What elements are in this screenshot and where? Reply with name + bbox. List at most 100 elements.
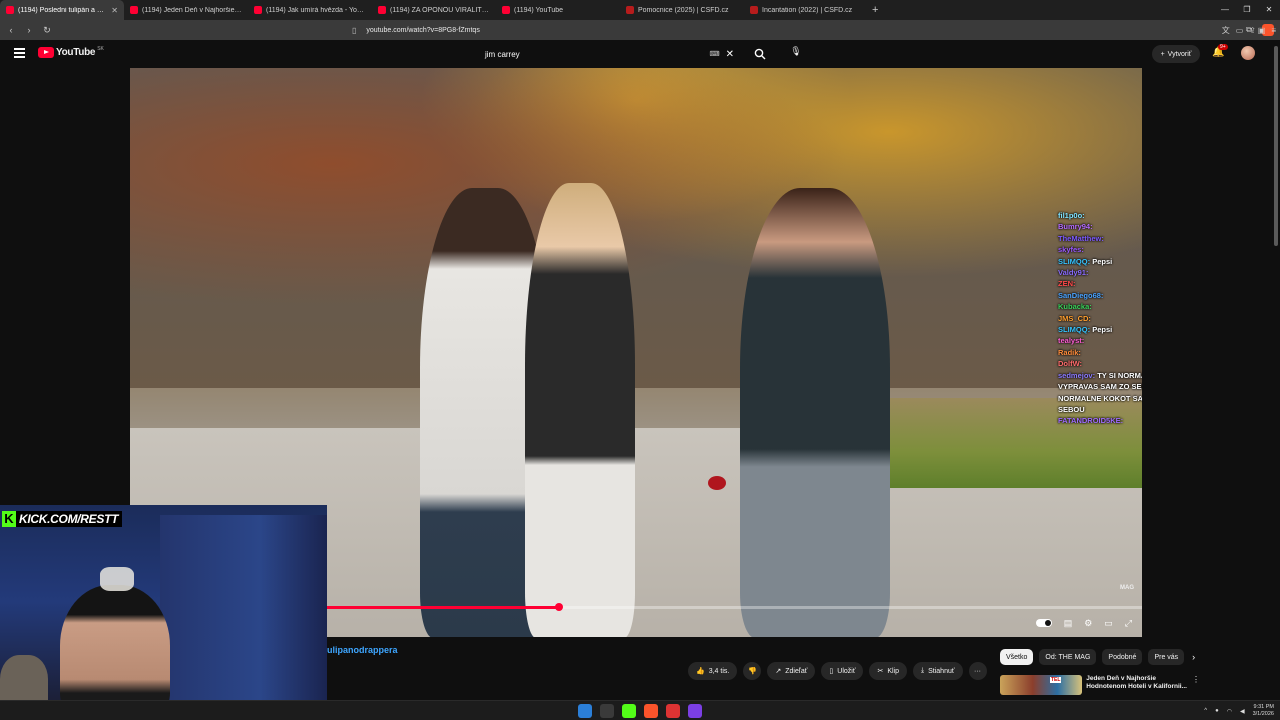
app-icon[interactable] xyxy=(666,704,680,718)
progress-fill xyxy=(327,606,560,609)
chat-username: JMS_CD: xyxy=(1058,313,1091,323)
video-person xyxy=(740,188,890,637)
video-person xyxy=(525,183,635,637)
new-tab-button[interactable]: + xyxy=(872,4,878,16)
chip-all[interactable]: Všetko xyxy=(1000,649,1034,665)
chat-message: ZEN: xyxy=(1058,278,1142,289)
wallet-icon[interactable]: ▣ xyxy=(1258,26,1266,35)
video-rose xyxy=(708,476,726,490)
tray-chevron-icon[interactable]: ^ xyxy=(1204,708,1207,714)
translate-icon[interactable]: 文 xyxy=(1222,25,1230,36)
clip-button[interactable]: ✂ Klip xyxy=(869,662,908,680)
reload-icon[interactable]: ↻ xyxy=(40,25,54,36)
chat-username: fil1p0o: xyxy=(1058,211,1085,220)
scrollbar-thumb[interactable] xyxy=(1274,46,1278,246)
youtube-favicon-icon xyxy=(130,6,138,14)
avatar[interactable] xyxy=(1241,46,1255,60)
recommended-video[interactable]: TEL Jeden Deň v Najhoršie Hodnotenom Hot… xyxy=(1000,675,1200,695)
chat-message: Bumry94: xyxy=(1058,221,1142,232)
back-icon[interactable]: ‹ xyxy=(4,25,18,35)
chat-username: DolfW: xyxy=(1058,359,1083,369)
chat-message: DolfW: xyxy=(1058,358,1142,369)
browser-tab[interactable]: (1194) YouTube xyxy=(496,0,620,20)
dislike-button[interactable]: 👎 xyxy=(743,662,762,680)
window-controls: — ❐ ✕ xyxy=(1214,0,1280,20)
page-scrollbar[interactable] xyxy=(1272,40,1280,700)
chat-username: SanDiego68: xyxy=(1058,290,1104,300)
notifications-bell-icon[interactable]: 🔔 9+ xyxy=(1212,44,1228,58)
video-controls-right: ▤ ⚙ ▭ ⤢ xyxy=(1035,615,1142,631)
twitch-icon[interactable] xyxy=(688,704,702,718)
chip-for-you[interactable]: Pre vás xyxy=(1148,649,1185,665)
forward-icon[interactable]: › xyxy=(22,25,36,35)
microphone-icon[interactable]: 🎙 xyxy=(788,46,804,62)
close-window-icon[interactable]: ✕ xyxy=(1258,0,1280,20)
chat-message: Radik: xyxy=(1058,347,1142,358)
thumbs-down-icon: 👎 xyxy=(747,668,757,675)
chat-username: Kubacka: xyxy=(1058,302,1092,312)
save-button[interactable]: ▯ Uložiť xyxy=(821,662,864,680)
youtube-logo[interactable]: YouTube SK xyxy=(38,46,104,58)
share-button[interactable]: ↗ Zdieľať xyxy=(767,662,816,680)
minimize-icon[interactable]: — xyxy=(1214,0,1236,20)
more-vertical-icon[interactable]: ⋮ xyxy=(1192,675,1200,695)
miniplayer-icon[interactable]: ▭ xyxy=(1104,618,1113,629)
close-tab-icon[interactable]: ✕ xyxy=(111,6,118,15)
chat-username: Valdy91: xyxy=(1058,268,1089,278)
kick-app-icon[interactable] xyxy=(622,704,636,718)
chat-message: JMS_CD: xyxy=(1058,313,1142,324)
share-arrow-icon: ↗ xyxy=(775,668,782,675)
youtube-favicon-icon xyxy=(502,6,510,14)
fullscreen-icon[interactable]: ⤢ xyxy=(1125,618,1132,629)
like-button[interactable]: 👍 3,4 tis. xyxy=(688,662,738,680)
bookmark-save-icon: ▯ xyxy=(829,668,834,675)
video-progress-bar[interactable] xyxy=(327,603,1142,611)
search-icon[interactable] xyxy=(754,48,766,60)
chat-message: fil1p0o: xyxy=(1058,210,1142,221)
clock[interactable]: 9:31 PM 3/1/2026 xyxy=(1253,704,1274,718)
system-tray: ^ ● ◠ ◀ 9:31 PM 3/1/2026 xyxy=(1204,701,1274,720)
settings-gear-icon[interactable]: ⚙ xyxy=(1084,618,1092,629)
mic-tray-icon[interactable]: ● xyxy=(1215,708,1219,714)
chevron-right-icon[interactable]: › xyxy=(1192,652,1195,662)
video-frame-background xyxy=(130,68,1142,388)
volume-icon[interactable]: ◀ xyxy=(1240,708,1245,715)
brave-browser-icon[interactable] xyxy=(644,704,658,718)
chat-username: Bumry94: xyxy=(1058,222,1093,232)
hamburger-menu-icon[interactable] xyxy=(14,48,25,58)
chat-username: TheMatthew: xyxy=(1058,233,1104,243)
url-field[interactable]: ▯ youtube.com/watch?v=8PG8-fZmtqs xyxy=(352,23,912,37)
download-button[interactable]: ⤓ Stiahnuť xyxy=(913,662,963,680)
subtitles-icon[interactable]: ▤ xyxy=(1064,618,1073,629)
menu-icon[interactable]: ≡ xyxy=(1271,26,1276,35)
browser-tab[interactable]: Incantation (2022) | ČSFD.cz xyxy=(744,0,868,20)
recommended-thumbnail[interactable]: TEL xyxy=(1000,675,1083,695)
chip-similar[interactable]: Podobné xyxy=(1102,649,1143,665)
download-icon: ⤓ xyxy=(921,667,925,674)
maximize-icon[interactable]: ❐ xyxy=(1236,0,1258,20)
address-bar: ‹ › ↻ ▯ youtube.com/watch?v=8PG8-fZmtqs … xyxy=(0,20,1280,40)
task-view-icon[interactable] xyxy=(600,704,614,718)
browser-tab[interactable]: (1194) Jeden Deň v Najhoršie Hodno xyxy=(124,0,248,20)
search-input[interactable]: jim carrey ⌨ ✕ xyxy=(478,45,748,63)
more-actions-button[interactable]: ··· xyxy=(968,662,987,680)
browser-tab[interactable]: (1194) ZA OPONOU VIRALITY: MEL xyxy=(372,0,496,20)
autoplay-toggle[interactable] xyxy=(1035,619,1052,627)
chat-message: tealyst: xyxy=(1058,335,1142,346)
clear-search-icon[interactable]: ✕ xyxy=(726,49,734,60)
video-title-link[interactable]: ulipanodrappera xyxy=(327,645,398,655)
network-icon[interactable]: ◠ xyxy=(1227,708,1232,715)
chip-from-channel[interactable]: Od: THE MAG xyxy=(1039,649,1097,665)
cast-icon[interactable]: ▭ xyxy=(1236,26,1244,35)
kick-banner: K KICK.COM/RESTT xyxy=(2,511,123,527)
browser-tab[interactable]: (1194) Posledni tulipán a nežn ✕ xyxy=(0,0,124,20)
keyboard-icon[interactable]: ⌨ xyxy=(710,50,720,58)
browser-tab[interactable]: (1194) Jak umírá hvězda - YouTube xyxy=(248,0,372,20)
extensions-icon[interactable]: ⧉ xyxy=(1246,25,1252,35)
windows-start-icon[interactable] xyxy=(578,704,592,718)
recommended-title[interactable]: Jeden Deň v Najhoršie Hodnotenom Hoteli … xyxy=(1086,675,1188,695)
webcam-background xyxy=(160,515,327,720)
browser-tab[interactable]: Pomocnice (2025) | ČSFD.cz xyxy=(620,0,744,20)
create-button[interactable]: + Vytvoriť xyxy=(1152,45,1200,63)
bookmark-icon[interactable]: ▯ xyxy=(352,26,356,35)
